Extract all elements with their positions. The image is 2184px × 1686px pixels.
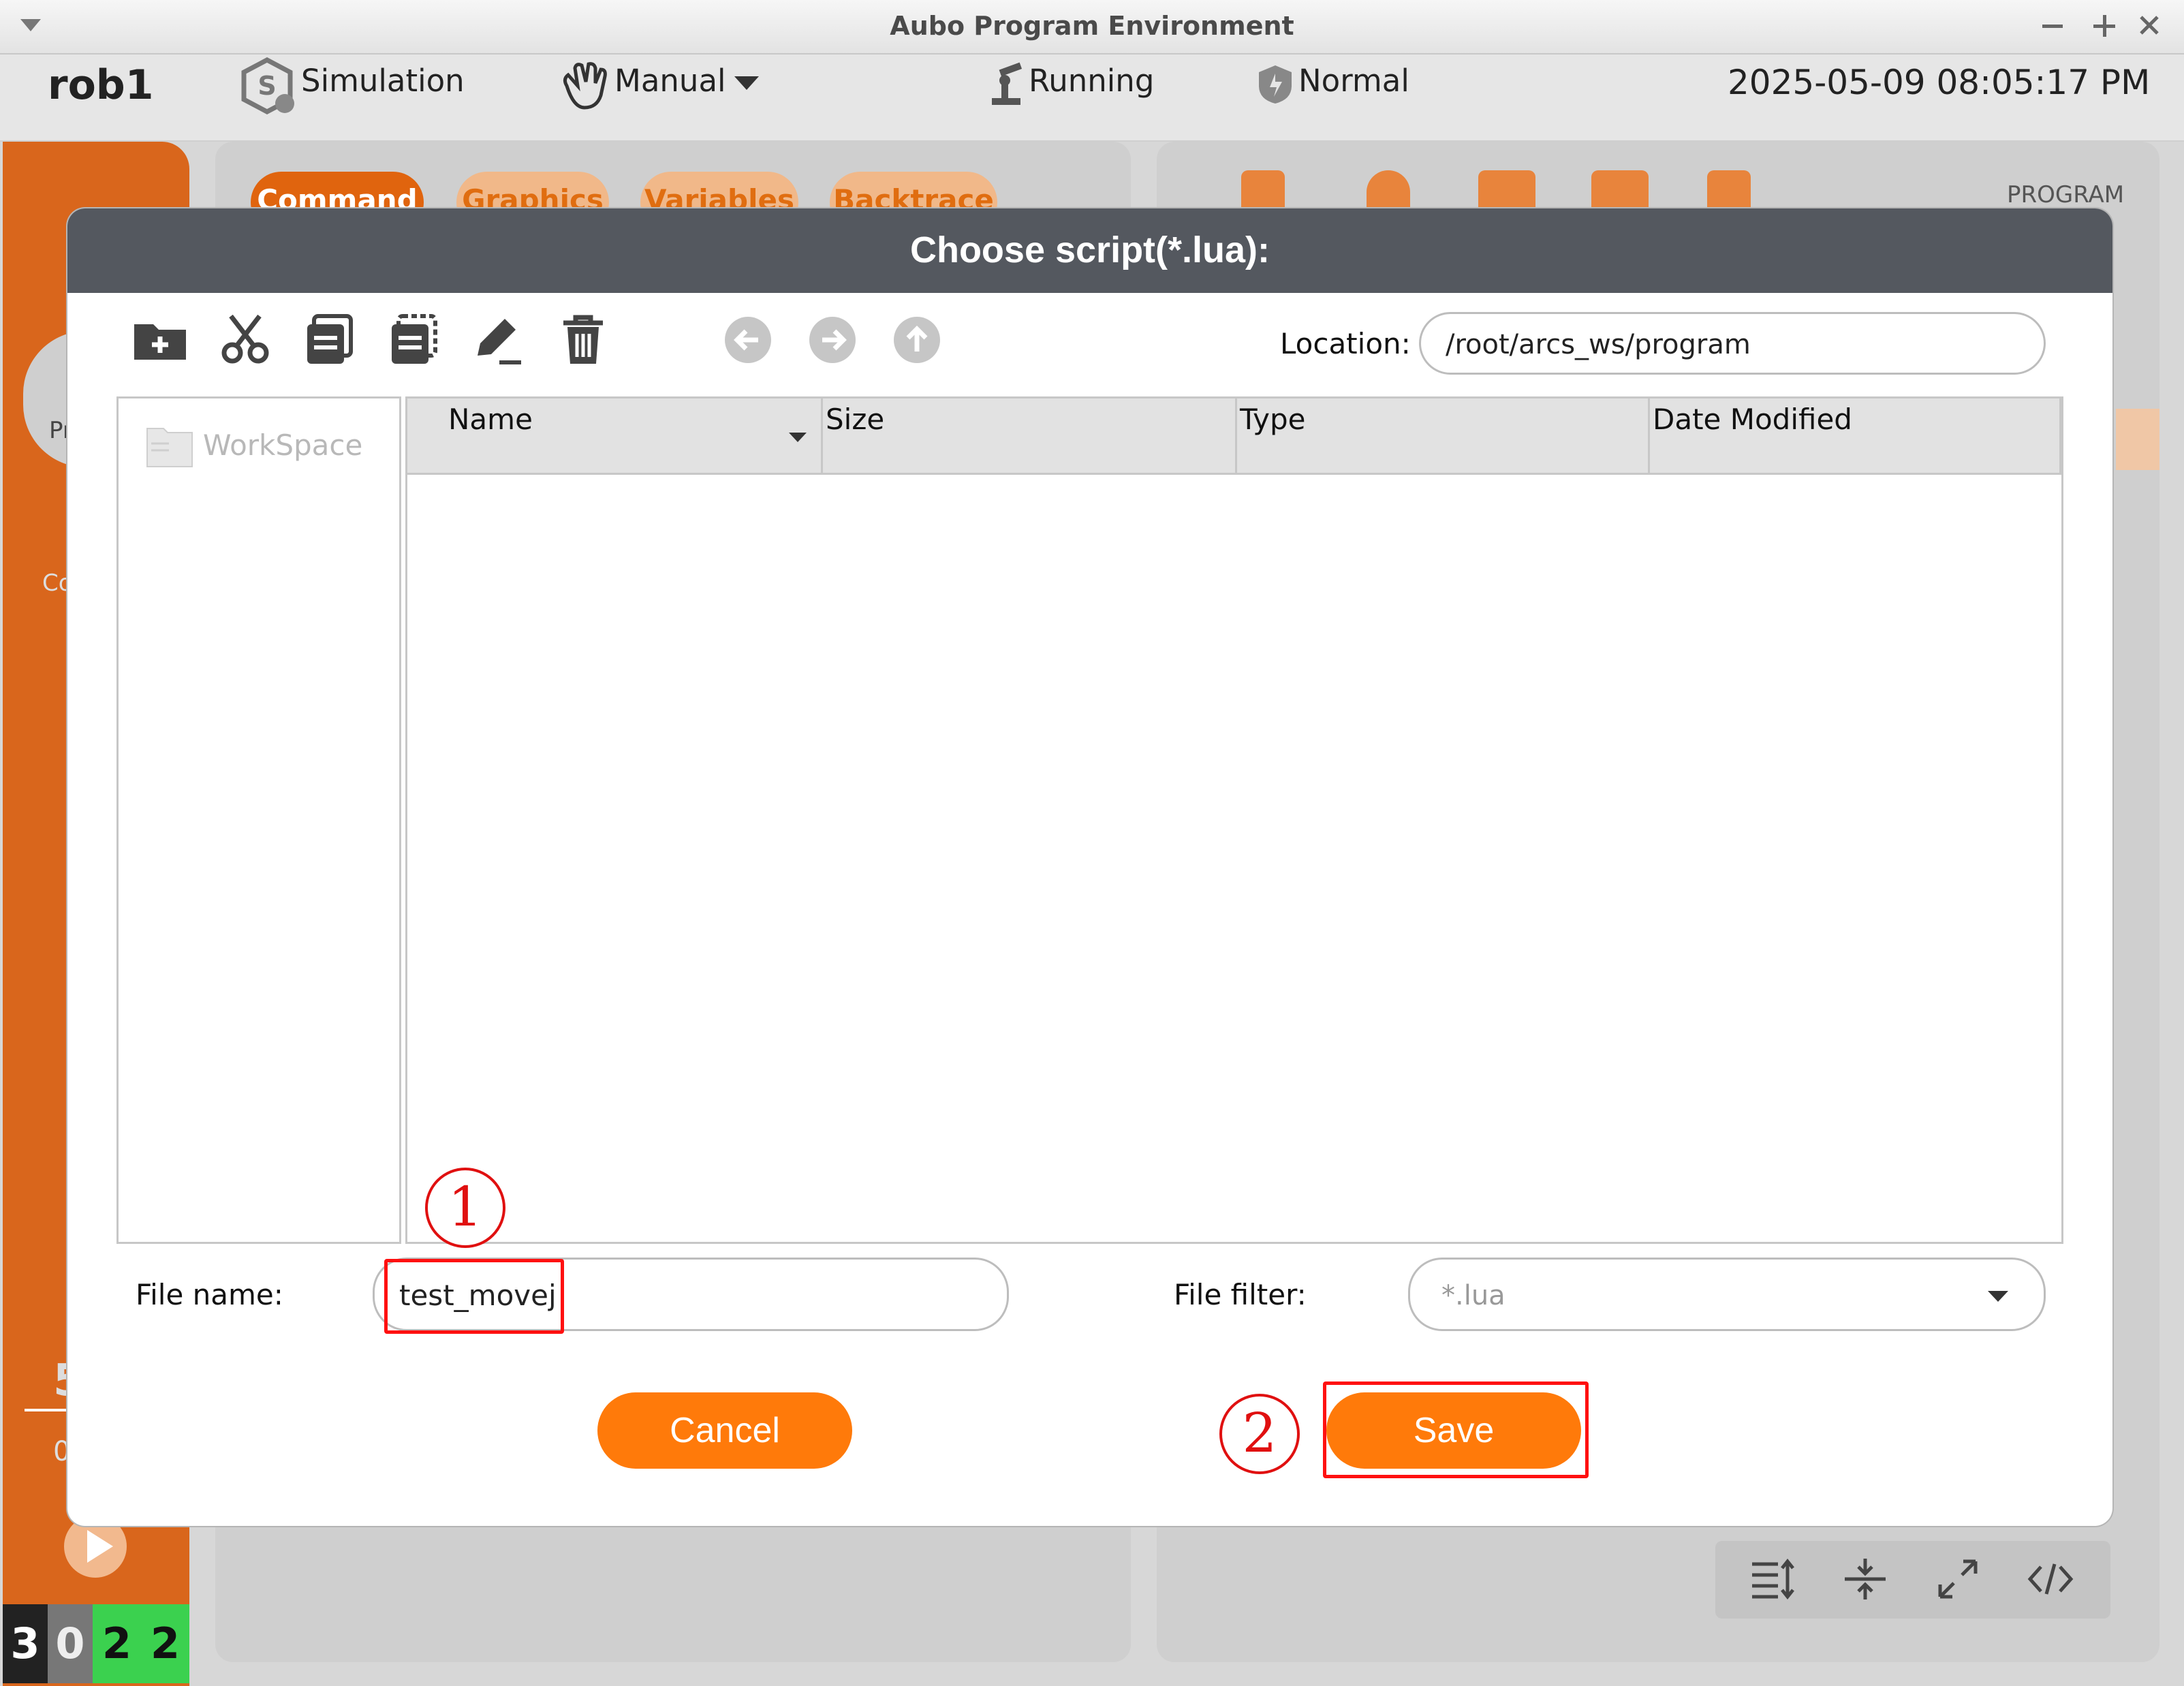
counter-digit: 2 <box>93 1604 141 1683</box>
save-program-icon[interactable] <box>1707 170 1751 214</box>
window-title: Aubo Program Environment <box>890 11 1294 41</box>
code-view-icon[interactable] <box>2026 1555 2075 1604</box>
column-name-label: Name <box>448 403 533 436</box>
rename-icon[interactable] <box>469 311 528 369</box>
hand-icon <box>563 62 607 110</box>
file-list[interactable]: Name Size Type Date Modified <box>405 396 2063 1244</box>
program-row-highlight <box>2116 409 2159 470</box>
folder-icon <box>146 428 193 467</box>
svg-text:S: S <box>258 71 276 101</box>
edit-program-icon[interactable] <box>1241 170 1285 214</box>
program-label: PROGRAM <box>2007 181 2125 208</box>
up-arrow-icon[interactable] <box>888 311 946 369</box>
annotation-step-2: 2 <box>1219 1394 1300 1474</box>
sort-descending-icon[interactable] <box>789 433 807 443</box>
file-filter-value: *.lua <box>1441 1280 1506 1311</box>
expand-icon[interactable] <box>1933 1555 1982 1604</box>
counter-strip: 3 0 2 2 <box>3 1604 189 1683</box>
maximize-icon[interactable] <box>2093 15 2115 37</box>
sidebar-divider <box>25 1409 69 1411</box>
forward-arrow-icon[interactable] <box>803 311 862 369</box>
delete-icon[interactable] <box>554 311 612 369</box>
column-header-type[interactable]: Type <box>1237 399 1650 475</box>
collapse-icon[interactable] <box>1841 1555 1890 1604</box>
control-mode-label[interactable]: Manual <box>614 63 726 99</box>
choose-script-dialog: Choose script(*.lua): Location: /root/ar… <box>67 208 2112 1526</box>
annotation-box-file-name <box>384 1259 564 1334</box>
column-header-name[interactable]: Name <box>407 399 823 475</box>
file-filter-select[interactable]: *.lua <box>1408 1258 2046 1331</box>
simulation-icon: S <box>241 57 294 114</box>
annotation-step-1: 1 <box>425 1168 505 1248</box>
cut-icon[interactable] <box>216 311 275 369</box>
safety-label: Normal <box>1298 63 1409 99</box>
counter-digit: 3 <box>3 1604 48 1683</box>
shield-icon <box>1259 65 1292 104</box>
file-filter-label: File filter: <box>1174 1278 1307 1311</box>
back-arrow-icon[interactable] <box>719 311 777 369</box>
file-name-label: File name: <box>136 1278 283 1311</box>
counter-digit: 2 <box>141 1604 189 1683</box>
indent-icon[interactable] <box>1748 1555 1797 1604</box>
run-state-label: Running <box>1029 63 1155 99</box>
new-program-icon[interactable] <box>1478 170 1535 214</box>
dialog-title: Choose script(*.lua): <box>909 230 1270 270</box>
close-icon[interactable] <box>2139 15 2159 35</box>
location-label: Location: <box>1280 327 1411 360</box>
location-value: /root/arcs_ws/program <box>1446 329 1751 360</box>
counter-digit: 0 <box>48 1604 93 1683</box>
search-program-icon[interactable] <box>1367 170 1410 214</box>
dialog-header: Choose script(*.lua): <box>67 208 2112 293</box>
places-panel: WorkSpace <box>116 396 401 1244</box>
location-field[interactable]: /root/arcs_ws/program <box>1419 312 2046 375</box>
simulation-label[interactable]: Simulation <box>301 63 465 99</box>
chevron-down-icon[interactable] <box>1988 1291 2008 1303</box>
window-titlebar: Aubo Program Environment <box>0 0 2184 54</box>
copy-icon[interactable] <box>300 311 359 369</box>
paste-icon[interactable] <box>385 311 443 369</box>
robot-arm-icon <box>992 62 1023 105</box>
datetime: 2025-05-09 08:05:17 PM <box>1728 63 2151 102</box>
cancel-button[interactable]: Cancel <box>597 1392 852 1469</box>
places-item-workspace[interactable]: WorkSpace <box>203 428 362 462</box>
chevron-down-icon[interactable] <box>734 76 759 91</box>
annotation-box-save <box>1323 1381 1589 1478</box>
open-folder-icon[interactable] <box>1591 170 1649 214</box>
robot-name[interactable]: rob1 <box>48 61 154 109</box>
column-header-size[interactable]: Size <box>823 399 1237 475</box>
new-folder-icon[interactable] <box>131 311 190 369</box>
column-header-date-modified[interactable]: Date Modified <box>1650 399 2061 475</box>
minimize-icon[interactable] <box>2042 25 2063 29</box>
